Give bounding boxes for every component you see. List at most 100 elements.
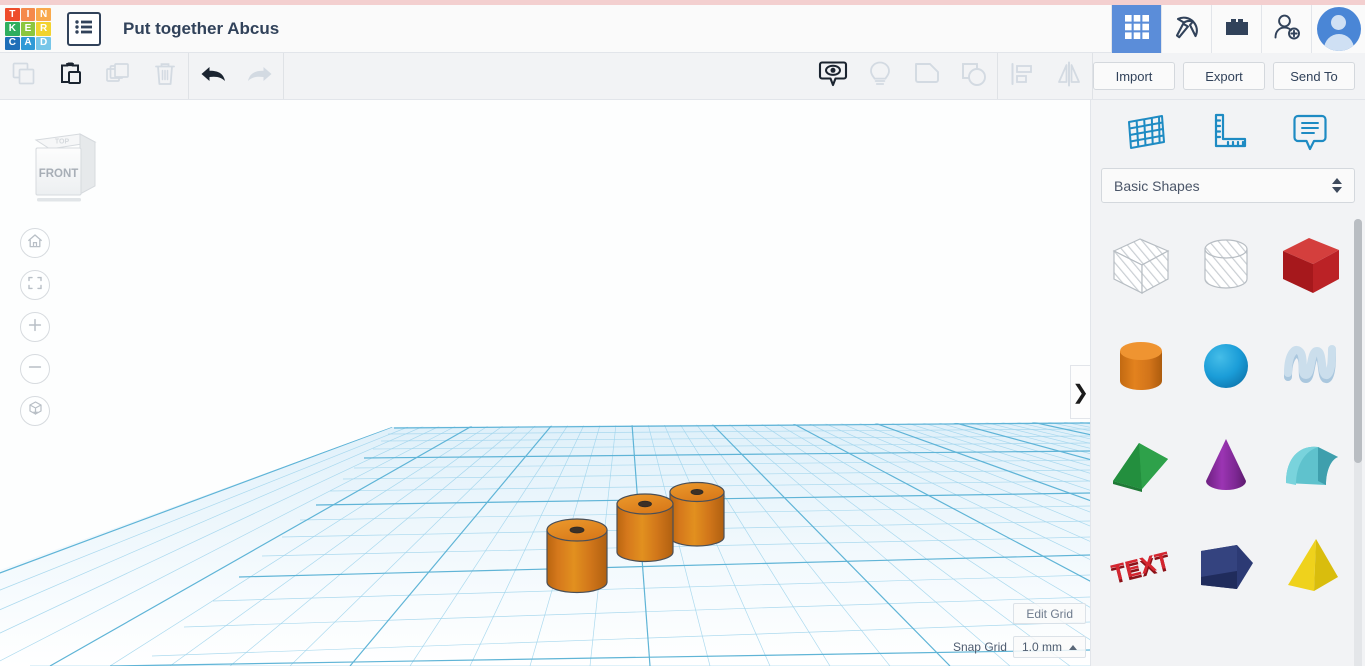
shape-cone[interactable]	[1184, 418, 1269, 518]
align-icon	[1009, 61, 1035, 92]
delete-button[interactable]	[141, 53, 188, 99]
yellow-pyramid-icon	[1274, 529, 1348, 608]
note-bubble-icon	[1288, 110, 1332, 159]
redo-button[interactable]	[236, 53, 283, 99]
header-spacer	[279, 5, 1111, 52]
teal-halfcylinder-icon	[1274, 429, 1348, 508]
gray-shape-icon	[1104, 648, 1178, 666]
workplane-tool-button[interactable]	[1119, 110, 1173, 158]
shape-polygon[interactable]	[1184, 518, 1269, 618]
mirror-icon	[1055, 61, 1083, 92]
view-cube-front-label: FRONT	[39, 168, 79, 180]
mirror-button[interactable]	[1045, 53, 1092, 99]
shape-scribble[interactable]	[1268, 318, 1353, 418]
panel-tools-row	[1091, 100, 1365, 168]
shape-roof[interactable]	[1099, 418, 1184, 518]
view-cube[interactable]: FRONT TOP	[28, 128, 98, 210]
page-title: Put together Abcus	[123, 18, 280, 38]
group-button[interactable]	[903, 53, 950, 99]
snap-grid-control: Snap Grid 1.0 mm	[953, 636, 1086, 658]
header-icon-group	[1111, 5, 1365, 53]
tinkercad-logo[interactable]: TIN KER CAD	[5, 8, 51, 50]
history-tools-group	[189, 53, 283, 99]
user-avatar-button[interactable]	[1311, 5, 1365, 53]
hole-box-icon	[1104, 229, 1178, 308]
projection-toggle-button[interactable]	[20, 396, 50, 426]
main-toolbar: Import Export Send To	[0, 53, 1365, 100]
ruler-tool-button[interactable]	[1201, 110, 1255, 158]
redo-arrow-icon	[245, 62, 275, 91]
shapes-scrollbar-track[interactable]	[1354, 219, 1362, 666]
paste-button[interactable]	[47, 53, 94, 99]
send-to-button[interactable]: Send To	[1273, 62, 1355, 90]
minus-icon	[27, 359, 43, 380]
hole-cylinder-icon	[1189, 229, 1263, 308]
green-wedge-icon	[1104, 429, 1178, 508]
duplicate-icon	[105, 61, 131, 92]
shape-cylinder[interactable]	[1099, 318, 1184, 418]
scribble-icon	[1274, 329, 1348, 408]
shape-sphere[interactable]	[1184, 318, 1269, 418]
project-menu-button[interactable]	[67, 12, 101, 46]
hide-light-button[interactable]	[856, 53, 903, 99]
align-button[interactable]	[998, 53, 1045, 99]
logo-tile-c: C	[5, 36, 20, 50]
abacus-bead-1[interactable]	[546, 518, 608, 594]
logo-tile-i: I	[20, 8, 36, 22]
shape-category-select[interactable]: Basic Shapes	[1101, 168, 1355, 203]
zoom-in-button[interactable]	[20, 312, 50, 342]
shape-box-hole[interactable]	[1099, 218, 1184, 318]
undo-button[interactable]	[189, 53, 236, 99]
shape-partial-c[interactable]	[1268, 618, 1353, 666]
notes-tool-button[interactable]	[1283, 110, 1337, 158]
chevron-updown-icon	[1332, 178, 1342, 193]
ungroup-button[interactable]	[950, 53, 997, 99]
cube-perspective-icon	[27, 400, 44, 422]
abacus-bead-3[interactable]	[669, 481, 725, 547]
shape-round-roof[interactable]	[1268, 418, 1353, 518]
copy-button[interactable]	[0, 53, 47, 99]
duplicate-button[interactable]	[94, 53, 141, 99]
logo-tile-r: R	[36, 22, 51, 36]
logo-tile-d: D	[36, 36, 51, 50]
logo-tile-a: A	[20, 36, 36, 50]
show-hide-button[interactable]	[809, 53, 856, 99]
list-menu-icon	[74, 19, 94, 40]
object-tools-group	[809, 53, 997, 99]
snap-grid-label: Snap Grid	[952, 640, 1007, 654]
home-view-button[interactable]	[20, 228, 50, 258]
zoom-out-button[interactable]	[20, 354, 50, 384]
edit-tools-group	[0, 53, 188, 99]
export-button[interactable]: Export	[1183, 62, 1265, 90]
caret-up-icon	[1069, 644, 1077, 650]
shapes-grid-wrap: TEXT TEXT	[1091, 213, 1365, 666]
import-button[interactable]: Import	[1093, 62, 1175, 90]
panel-collapse-toggle[interactable]: ❯	[1070, 365, 1090, 419]
blocks-button[interactable]	[1211, 5, 1261, 53]
abacus-bead-2[interactable]	[616, 493, 674, 563]
view-cube-top-label: TOP	[55, 139, 70, 146]
category-select-wrap: Basic Shapes	[1091, 168, 1365, 213]
shape-partial-a[interactable]	[1099, 618, 1184, 666]
shapes-scrollbar-thumb[interactable]	[1354, 219, 1362, 463]
fit-view-button[interactable]	[20, 270, 50, 300]
orange-cylinder-icon	[1104, 329, 1178, 408]
pickaxe-icon	[1173, 13, 1201, 46]
workplane-grid-icon	[1124, 110, 1168, 159]
add-user-button[interactable]	[1261, 5, 1311, 53]
lightbulb-icon	[867, 60, 893, 93]
shape-partial-b[interactable]	[1184, 618, 1269, 666]
shape-box[interactable]	[1268, 218, 1353, 318]
shape-text[interactable]: TEXT TEXT	[1099, 518, 1184, 618]
snap-grid-select[interactable]: 1.0 mm	[1012, 636, 1086, 658]
grid-apps-button[interactable]	[1111, 5, 1161, 53]
shape-pyramid[interactable]	[1268, 518, 1353, 618]
shape-cylinder-hole[interactable]	[1184, 218, 1269, 318]
red-text-icon: TEXT TEXT	[1104, 529, 1178, 608]
blocks-icon	[1223, 16, 1251, 43]
edit-grid-button[interactable]: Edit Grid	[1013, 603, 1086, 624]
3d-viewport[interactable]: FRONT TOP ❯ Edit Grid Snap Grid 1.0 mm	[0, 100, 1090, 666]
pickaxe-button[interactable]	[1161, 5, 1211, 53]
copy-icon	[11, 61, 37, 92]
